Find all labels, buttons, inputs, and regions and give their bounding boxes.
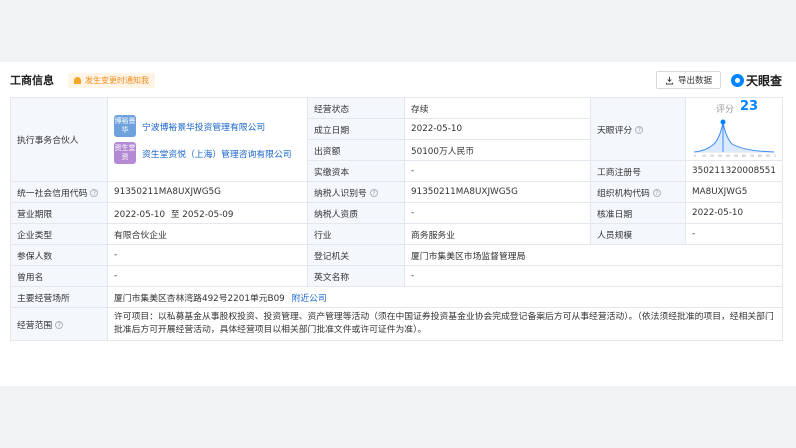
table-row: 企业类型 有限合伙企业 行业 商务服务业 人员规模 - [10,223,783,245]
score-tick-label: 10 [702,154,706,158]
tianyancha-logo: 天眼查 [730,72,782,89]
score-marker [720,119,726,125]
help-icon[interactable]: ? [652,189,661,197]
english-label: 英文名称 [307,265,405,287]
regno-value: 350211320008551 [685,160,783,182]
type-label: 企业类型 [10,223,108,245]
authority-label: 登记机关 [307,244,405,266]
approve-label: 核准日期 [590,202,686,224]
notify-label: 发生变更时通知我 [85,75,149,85]
section-title: 工商信息 [10,74,54,87]
capital-value: 50100万人民币 [404,139,591,161]
partner-item[interactable]: 资生堂资 资生堂资悦（上海）管理咨询有限公司 [114,142,301,164]
taxid-value: 91350211MA8UXJWG5G [404,181,591,203]
paid-label: 实缴资本 [307,160,405,182]
orgcode-label: 组织机构代码? [590,181,686,203]
notify-change-button[interactable]: 发生变更时通知我 [68,72,155,88]
help-icon[interactable]: ? [635,126,644,134]
partner-link[interactable]: 宁波博裕景华投资管理有限公司 [142,120,265,133]
help-icon[interactable]: ? [55,321,64,329]
section-header: 工商信息 发生变更时通知我 导出数据 天眼查 [10,70,782,90]
score-tick-label: 0 [694,154,696,158]
table-row: 执行事务合伙人 博裕景华 宁波博裕景华投资管理有限公司 资生堂资 资生堂资悦（上… [10,97,783,182]
download-icon [665,76,674,85]
partner-label: 执行事务合伙人 [10,97,108,182]
regno-label: 工商注册号 [590,160,686,182]
staff-value: - [685,223,783,245]
score-tick-label: 90 [766,154,770,158]
industry-value: 商务服务业 [404,223,591,245]
type-value: 有限合伙企业 [107,223,308,245]
table-row: 经营范围? 许可项目：以私募基金从事股权投资、投资管理、资产管理等活动（须在中国… [10,307,783,341]
credit-label: 统一社会信用代码? [10,181,108,203]
score-tick-label: 80 [758,154,762,158]
score-tick-label: 40 [726,154,730,158]
founded-label: 成立日期 [307,118,405,140]
partner-link[interactable]: 资生堂资悦（上海）管理咨询有限公司 [142,147,292,160]
table-row: 营业期限 2022-05-10 至 2052-05-09 纳税人资质 - 核准日… [10,202,783,224]
scope-label-text: 经营范围 [17,320,53,331]
score-tick-label: 50 [734,154,738,158]
score-tick-label: 70 [750,154,754,158]
orgcode-label-text: 组织机构代码 [597,188,650,199]
table-row: 曾用名 - 英文名称 - [10,265,783,287]
help-icon[interactable]: ? [90,189,99,197]
score-tick-label: 20 [710,154,714,158]
authority-value: 厦门市集美区市场监督管理局 [404,244,783,266]
scope-value: 许可项目：以私募基金从事股权投资、投资管理、资产管理等活动（须在中国证券投资基金… [107,307,783,341]
former-label: 曾用名 [10,265,108,287]
orgcode-value: MA8UXJWG5 [685,181,783,203]
address-value: 厦门市集美区杏林湾路492号2201单元B09 [114,293,285,304]
former-value: - [107,265,308,287]
help-icon[interactable]: ? [369,189,378,197]
term-label: 营业期限 [10,202,108,224]
industry-label: 行业 [307,223,405,245]
capital-label: 出资额 [307,139,405,161]
nearby-companies-link[interactable]: 附近公司 [292,294,327,304]
score-label-text: 天眼评分 [597,125,633,136]
credit-label-text: 统一社会信用代码 [17,188,88,199]
status-label: 经营状态 [307,97,405,119]
english-value: - [404,265,783,287]
taxqual-label: 纳税人资质 [307,202,405,224]
insured-value: - [107,244,308,266]
table-row: 主要经营场所 厦门市集美区杏林湾路492号2201单元B09 附近公司 [10,286,783,308]
score-chart[interactable]: 评分 23 0102030405060708090100 [685,97,783,161]
export-data-button[interactable]: 导出数据 [655,71,721,89]
staff-label: 人员规模 [590,223,686,245]
credit-value: 91350211MA8UXJWG5G [107,181,308,203]
taxid-label-text: 纳税人识别号 [314,188,367,199]
score-value: 23 [740,99,759,114]
scope-label: 经营范围? [10,307,108,341]
info-table: 执行事务合伙人 博裕景华 宁波博裕景华投资管理有限公司 资生堂资 资生堂资悦（上… [10,97,783,341]
address-cell: 厦门市集美区杏林湾路492号2201单元B09 附近公司 [107,286,783,308]
paid-value: - [404,160,591,182]
taxqual-value: - [404,202,591,224]
address-label: 主要经营场所 [10,286,108,308]
taxid-label: 纳税人识别号? [307,181,405,203]
table-row: 统一社会信用代码? 91350211MA8UXJWG5G 纳税人识别号? 913… [10,181,783,203]
score-curve-graphic: 0 10 20 30 40 50 60 70 80 90 100 [693,119,776,158]
score-tick-label: 100 [774,154,776,158]
status-value: 存续 [404,97,591,119]
eye-icon [730,73,744,87]
score-tick-label: 30 [718,154,722,158]
brand-text: 天眼查 [745,73,782,88]
founded-value: 2022-05-10 [404,118,591,140]
export-label: 导出数据 [677,76,712,86]
score-tick-label: 60 [742,154,746,158]
score-label: 天眼评分? [590,97,686,161]
insured-label: 参保人数 [10,244,108,266]
bell-icon [74,76,81,84]
partner-item[interactable]: 博裕景华 宁波博裕景华投资管理有限公司 [114,115,301,137]
avatar: 博裕景华 [114,115,136,137]
business-info-card: 工商信息 发生变更时通知我 导出数据 天眼查 执行事务合伙人 博裕景华 宁波博裕… [0,62,796,386]
avatar: 资生堂资 [114,142,136,164]
approve-value: 2022-05-10 [685,202,783,224]
table-row: 参保人数 - 登记机关 厦门市集美区市场监督管理局 [10,244,783,266]
term-value: 2022-05-10 至 2052-05-09 [107,202,308,224]
partner-list: 博裕景华 宁波博裕景华投资管理有限公司 资生堂资 资生堂资悦（上海）管理咨询有限… [107,97,308,182]
